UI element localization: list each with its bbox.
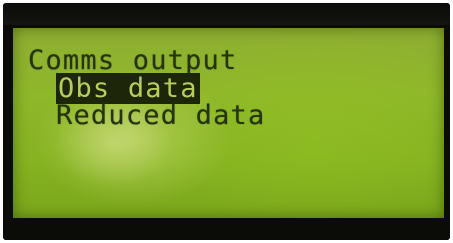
lcd-screen: Comms output Obs data Reduced data xyxy=(13,28,444,218)
menu-title: Comms output xyxy=(28,45,238,76)
menu-item-reduced-data[interactable]: Reduced data xyxy=(56,102,265,130)
display-bezel-top xyxy=(3,3,450,25)
display-bezel-bottom xyxy=(3,218,450,240)
menu-item-reduced-data-label: Reduced data xyxy=(56,100,266,131)
device-display-frame: Comms output Obs data Reduced data xyxy=(3,3,450,240)
menu-item-obs-data[interactable]: Obs data xyxy=(56,73,200,104)
